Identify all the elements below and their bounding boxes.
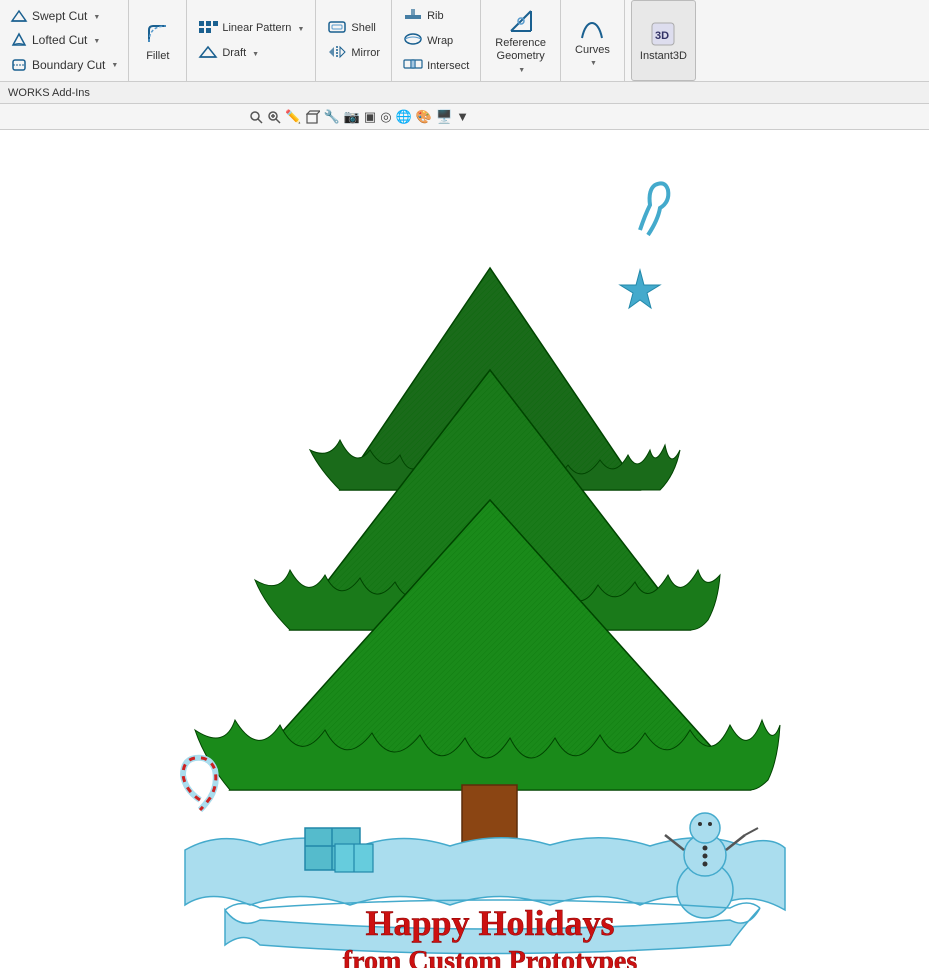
addins-label: WORKS Add-Ins (8, 87, 90, 99)
linear-pattern-chevron (295, 24, 304, 33)
svg-text:from Custom Prototypes: from Custom Prototypes (343, 946, 638, 968)
intersect-button[interactable]: Intersect (398, 54, 474, 77)
draft-chevron (250, 49, 259, 58)
mirror-icon (327, 45, 347, 62)
shell-icon (327, 20, 347, 37)
lofted-cut-button[interactable]: Lofted Cut (6, 29, 122, 51)
swept-cut-chevron (91, 12, 100, 21)
intersect-label: Intersect (427, 60, 469, 72)
mirror-button[interactable]: Mirror (322, 42, 385, 65)
christmas-tree-svg: Happy Holidays from Custom Prototypes (0, 130, 929, 968)
fillet-label: Fillet (146, 50, 169, 62)
lofted-cut-chevron (91, 36, 100, 45)
camera-icon-btn[interactable]: 📷 (344, 106, 360, 128)
boundary-cut-chevron (109, 60, 118, 69)
rib-button[interactable]: Rib (398, 4, 474, 27)
fillet-button[interactable]: Fillet (135, 0, 180, 81)
instant3d-section: 3D Instant3D (625, 0, 702, 81)
cut-tools-section: Swept Cut Lofted Cut Boundary Cut (0, 0, 129, 81)
rib-icon (403, 7, 423, 24)
pattern-col: Linear Pattern Draft (193, 0, 309, 81)
reference-geometry-button[interactable]: ReferenceGeometry (487, 0, 554, 81)
linear-pattern-icon (198, 20, 218, 37)
wrap-button[interactable]: Wrap (398, 29, 474, 52)
swept-cut-icon (10, 7, 28, 25)
wrap-label: Wrap (427, 35, 453, 47)
shell-col: Shell Mirror (322, 0, 385, 81)
draft-button[interactable]: Draft (193, 42, 309, 65)
ref-geom-section: ReferenceGeometry (481, 0, 561, 81)
swept-cut-label: Swept Cut (32, 9, 87, 23)
boundary-cut-icon (10, 56, 28, 74)
curves-label: Curves (575, 44, 610, 56)
main-toolbar: Swept Cut Lofted Cut Boundary Cut (0, 0, 929, 82)
shell-section: Shell Mirror (316, 0, 392, 81)
addins-toolbar: WORKS Add-Ins (0, 82, 929, 104)
swept-cut-button[interactable]: Swept Cut (6, 5, 122, 27)
instant3d-label: Instant3D (640, 50, 687, 62)
monitor-icon-btn[interactable]: 🖥️ (436, 106, 452, 128)
rib-label: Rib (427, 10, 444, 22)
fillet-icon (144, 20, 172, 48)
draft-icon (198, 45, 218, 62)
linear-pattern-label: Linear Pattern (222, 22, 291, 34)
svg-text:Happy Holidays: Happy Holidays (365, 903, 614, 943)
curves-section: Curves (561, 0, 625, 81)
globe-icon-btn[interactable]: 🌐 (396, 106, 412, 128)
pencil-icon-btn[interactable]: ✏️ (285, 106, 301, 128)
intersect-icon (403, 57, 423, 74)
reference-geometry-label: ReferenceGeometry (495, 37, 546, 63)
shell-label: Shell (351, 22, 375, 34)
mirror-label: Mirror (351, 47, 380, 59)
viewport-canvas[interactable]: Happy Holidays from Custom Prototypes (0, 130, 929, 968)
lofted-cut-icon (10, 31, 28, 49)
box-icon-btn[interactable] (306, 106, 320, 128)
fillet-section: Fillet (129, 0, 187, 81)
lofted-cut-label: Lofted Cut (32, 33, 87, 47)
boundary-cut-label: Boundary Cut (32, 58, 105, 72)
ref-geom-chevron (516, 65, 525, 74)
view2-icon-btn[interactable]: ◎ (380, 106, 391, 128)
view1-icon-btn[interactable]: ▣ (364, 106, 376, 128)
curves-chevron (588, 58, 597, 67)
rib-col: Rib Wrap In (398, 0, 474, 81)
icon-toolbar: ✏️ 🔧 📷 ▣ ◎ 🌐 🎨 🖥️ ▼ (0, 104, 929, 130)
rib-section: Rib Wrap In (392, 0, 481, 81)
reference-geometry-icon (507, 7, 535, 35)
curves-button[interactable]: Curves (567, 0, 618, 81)
tool-icon-btn[interactable]: 🔧 (324, 106, 340, 128)
zoom-icon-btn[interactable] (267, 106, 281, 128)
instant3d-icon: 3D (649, 20, 677, 48)
linear-pattern-button[interactable]: Linear Pattern (193, 17, 309, 40)
curves-icon (578, 14, 606, 42)
pattern-section: Linear Pattern Draft (187, 0, 316, 81)
monitor-dropdown-btn[interactable]: ▼ (456, 106, 469, 128)
draft-label: Draft (222, 47, 246, 59)
instant3d-button[interactable]: 3D Instant3D (631, 0, 696, 81)
svg-text:3D: 3D (655, 30, 669, 42)
wrap-icon (403, 32, 423, 49)
search-icon-btn[interactable] (249, 106, 263, 128)
shell-button[interactable]: Shell (322, 17, 385, 40)
color-icon-btn[interactable]: 🎨 (416, 106, 432, 128)
boundary-cut-button[interactable]: Boundary Cut (6, 54, 122, 76)
